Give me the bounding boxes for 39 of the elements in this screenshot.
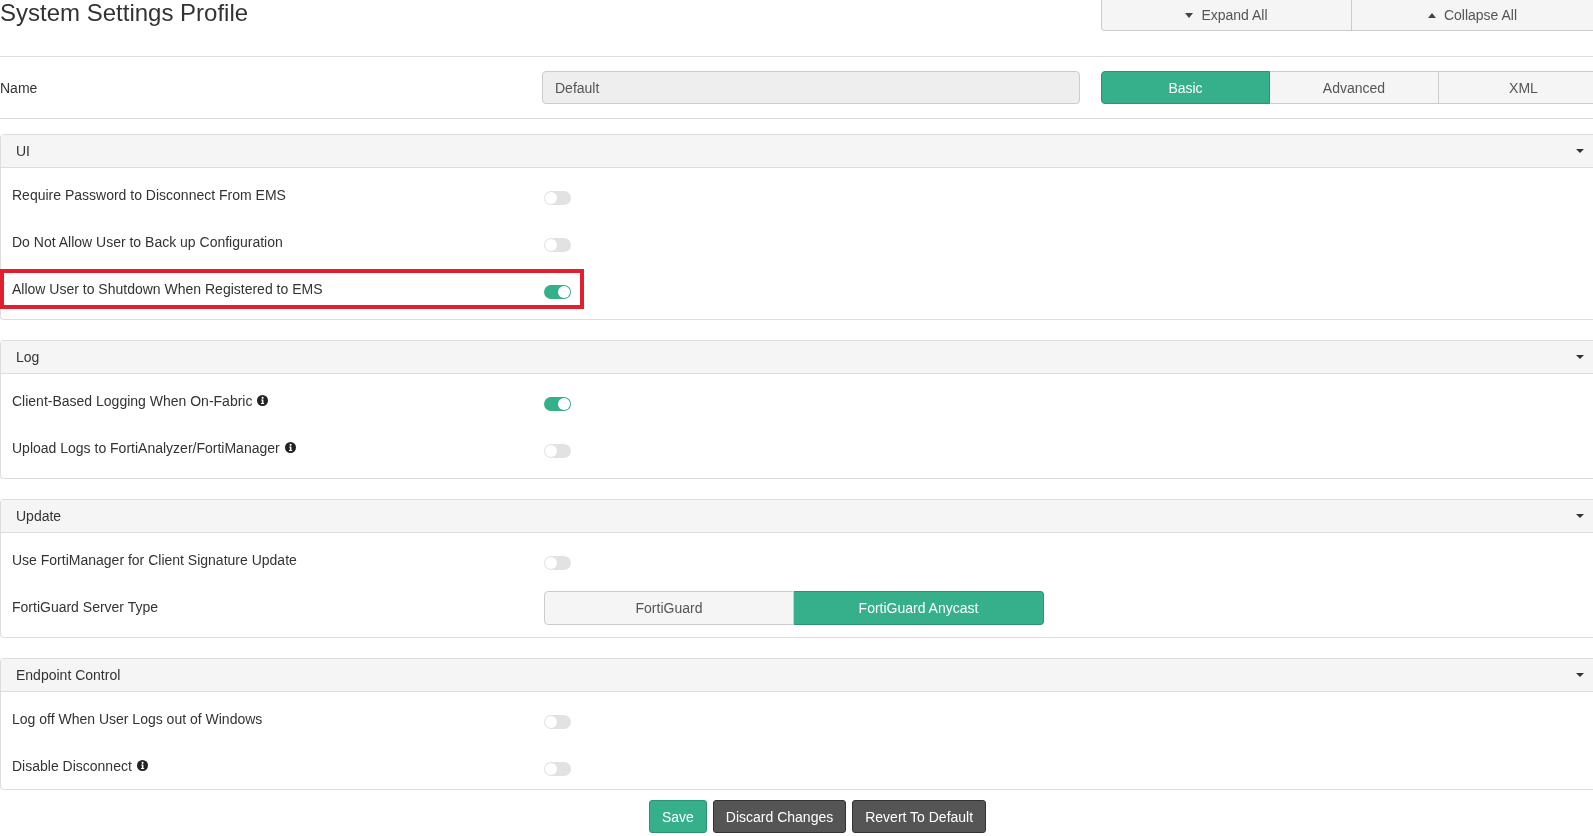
setting-label: Use FortiManager for Client Signature Update <box>12 551 297 568</box>
name-label: Name <box>0 79 39 96</box>
setting-label: Client-Based Logging When On-Fabric <box>12 392 253 409</box>
setting-label: Disable Disconnect <box>12 757 132 774</box>
toggle-switch[interactable] <box>544 237 571 252</box>
toggle-switch[interactable] <box>544 396 571 411</box>
toggle-switch[interactable] <box>544 443 571 458</box>
setting-label: FortiGuard Server Type <box>12 598 159 615</box>
setting-label: Do Not Allow User to Back up Configuration <box>12 233 283 250</box>
caret-down-icon <box>1185 12 1194 18</box>
expand-all-button[interactable]: Expand All <box>1101 0 1352 31</box>
section-header[interactable]: Update <box>1 500 1593 533</box>
toggle-switch[interactable] <box>544 190 571 205</box>
action-button[interactable]: Discard Changes <box>712 800 847 833</box>
page-title: System Settings Profile <box>0 0 249 27</box>
setting-label: Require Password to Disconnect From EMS <box>12 186 286 203</box>
action-button[interactable]: Revert To Default <box>852 800 987 833</box>
section-title: Log <box>16 349 40 365</box>
section-header[interactable]: Endpoint Control <box>1 659 1593 692</box>
collapse-all-button[interactable]: Collapse All <box>1352 0 1593 31</box>
section-title: Endpoint Control <box>16 667 121 683</box>
option-button[interactable]: FortiGuard <box>544 590 794 625</box>
toggle-switch[interactable] <box>544 714 571 729</box>
info-icon[interactable] <box>284 442 296 453</box>
section-title: Update <box>16 508 62 524</box>
section-header[interactable]: UI <box>1 135 1593 168</box>
setting-label: Upload Logs to FortiAnalyzer/FortiManager <box>12 439 280 456</box>
info-icon[interactable] <box>257 395 269 406</box>
setting-label: Allow User to Shutdown When Registered to EMS <box>12 280 323 297</box>
section-header[interactable]: Log <box>1 341 1593 374</box>
mode-tab[interactable]: Advanced <box>1270 71 1439 104</box>
section-title: UI <box>16 143 30 159</box>
setting-label: Log off When User Logs out of Windows <box>12 710 263 727</box>
caret-up-icon <box>1427 12 1436 18</box>
mode-tab[interactable]: XML <box>1439 71 1593 104</box>
toggle-switch[interactable] <box>544 284 571 299</box>
toggle-switch[interactable] <box>544 761 571 776</box>
toggle-switch[interactable] <box>544 555 571 570</box>
info-icon[interactable] <box>136 760 148 771</box>
